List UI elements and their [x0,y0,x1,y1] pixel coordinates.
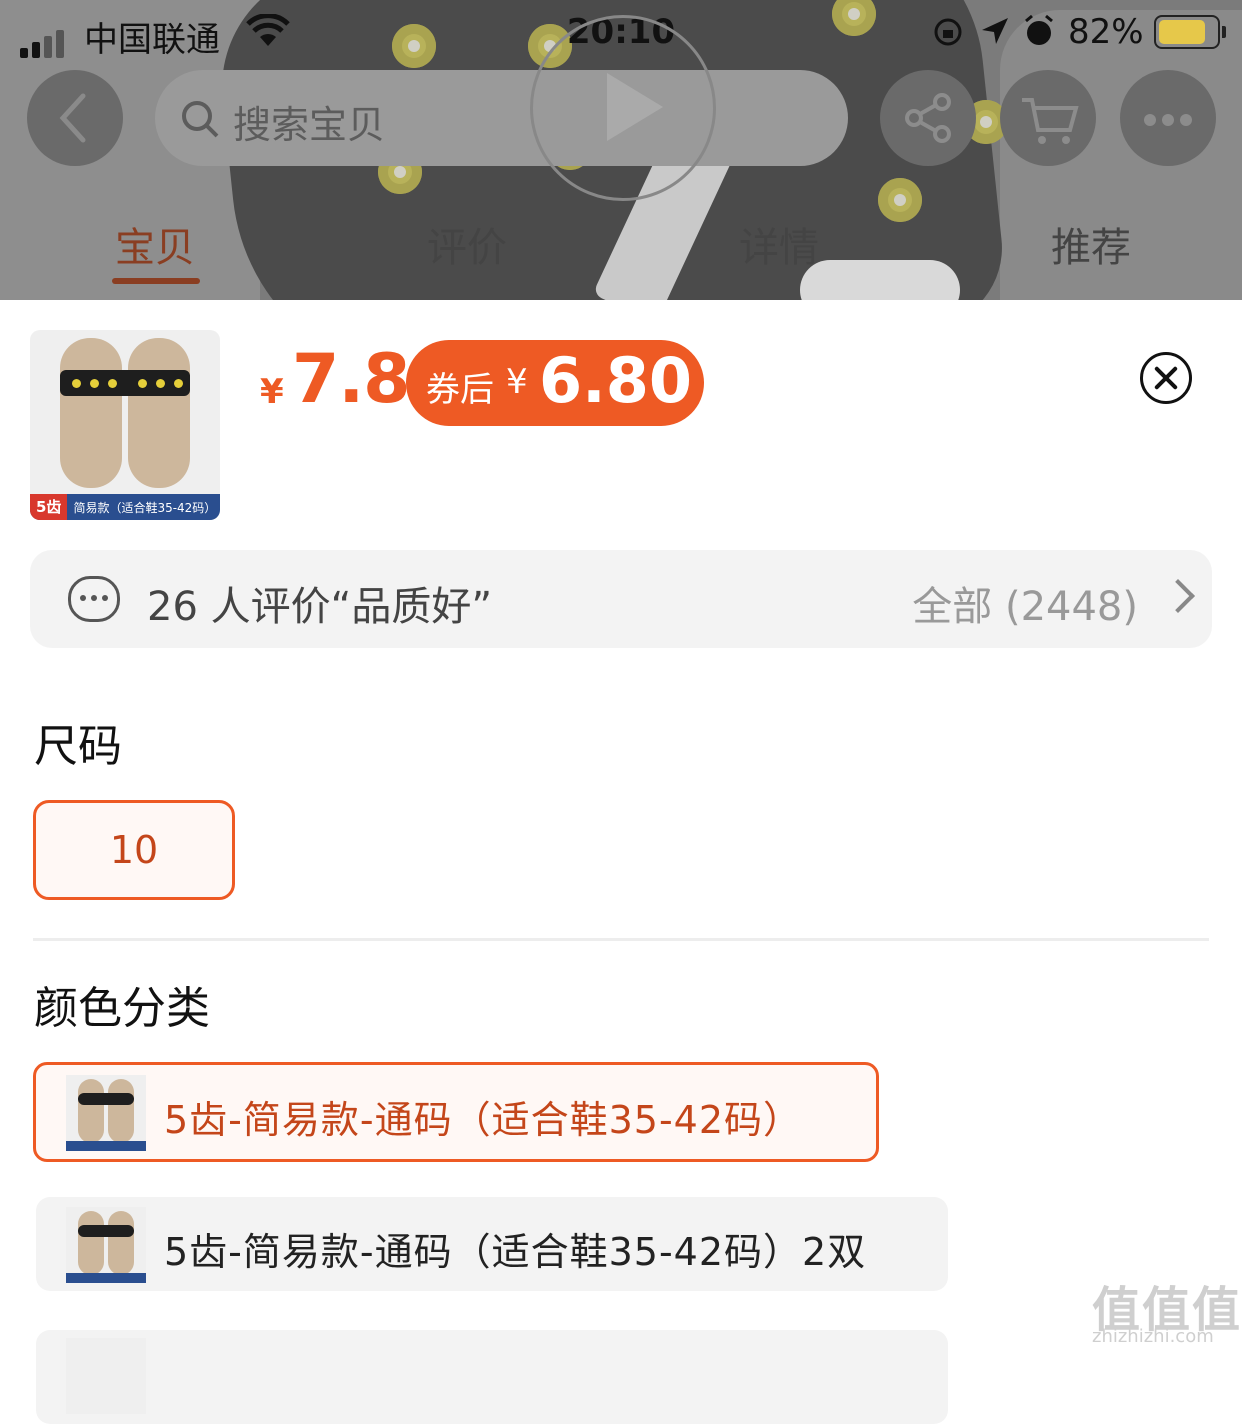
thumbnail-caption-text: 简易款（适合鞋35-42码） [73,501,217,515]
size-option[interactable]: 10 [33,800,235,900]
coupon-price-badge: 券后 ¥ 6.80 [406,340,704,426]
color-option-thumbnail [66,1075,146,1151]
thumb-caption-strip [66,1141,146,1151]
thumb-shoe-left [78,1211,104,1275]
battery-percent: 82% [1068,12,1144,52]
thumb-stud [174,379,183,388]
cart-icon [1022,98,1079,144]
chevron-right-icon [1161,579,1195,613]
thumb-stud [156,379,165,388]
thumb-shoe-right [108,1211,134,1275]
thumb-stud [72,379,81,388]
play-icon [607,73,663,141]
review-summary: 26 人评价“品质好” [147,584,493,630]
thumb-caption-strip [66,1273,146,1283]
thumb-crampon [78,1225,134,1237]
color-section-title: 颜色分类 [34,983,210,1034]
tab-details[interactable]: 详情 [689,215,869,273]
back-button[interactable] [27,70,123,166]
play-video-button[interactable] [530,15,716,201]
thumb-shoe-right [128,338,190,488]
thumb-crampon [78,1093,134,1105]
more-icon [1144,114,1192,126]
review-all-count: 全部 (2448) [912,584,1138,630]
coupon-currency: ¥ [506,362,528,402]
color-option-thumbnail [66,1207,146,1283]
sku-sheet: 5齿 简易款（适合鞋35-42码） ¥ 7.8 券后 ¥ 6.80 26 人评价“… [0,300,1242,1424]
thumb-shoe-left [60,338,122,488]
more-button[interactable] [1120,70,1216,166]
thumb-shoe-left [78,1079,104,1143]
tab-reviews[interactable]: 评价 [377,215,557,273]
price: 7.8 [292,340,410,419]
review-summary-row[interactable]: 26 人评价“品质好” 全部 (2448) [30,550,1212,648]
top-nav: 搜索宝贝 [0,15,1242,201]
color-option-thumbnail [66,1338,146,1414]
close-icon[interactable] [1140,352,1192,404]
search-box[interactable]: 搜索宝贝 [155,70,848,166]
thumb-stud [108,379,117,388]
size-section-title: 尺码 [34,721,122,772]
thumb-stud [90,379,99,388]
share-button[interactable] [880,70,976,166]
price-currency: ¥ [260,372,284,412]
search-icon [182,101,219,138]
thumbnail-tag: 5齿 [30,494,68,520]
location-icon [982,18,1008,44]
tab-item[interactable]: 宝贝 [65,215,245,273]
comment-icon [68,576,120,622]
rotation-lock-icon [934,18,962,46]
divider [33,938,1209,941]
alarm-icon [1025,14,1053,45]
active-tab-indicator [112,278,200,284]
share-icon [905,93,951,143]
color-option[interactable]: 5齿-简易款-通码（适合鞋35-42码）2双 [36,1197,948,1291]
back-icon [59,93,86,143]
battery-icon [1154,15,1226,49]
color-option-label: 5齿-简易款-通码（适合鞋35-42码） [164,1098,803,1142]
coupon-label: 券后 [426,370,494,410]
cart-button[interactable] [1000,70,1096,166]
color-option-label: 5齿-简易款-通码（适合鞋35-42码）2双 [164,1230,867,1274]
tab-recommend[interactable]: 推荐 [1001,215,1181,273]
color-option-partial[interactable] [36,1330,948,1424]
thumbnail-caption: 5齿 简易款（适合鞋35-42码） [30,494,220,520]
thumb-stud [138,379,147,388]
color-option[interactable]: 5齿-简易款-通码（适合鞋35-42码） [33,1062,879,1162]
product-media-backdrop: 中国联通 20:10 82% 搜索宝贝 宝贝 评价 详情 推荐 [0,0,1242,300]
product-thumbnail[interactable]: 5齿 简易款（适合鞋35-42码） [30,330,220,520]
thumb-shoe-right [108,1079,134,1143]
watermark-url: zhizhizhi.com [1092,1326,1214,1347]
coupon-price: 6.80 [539,344,692,417]
search-placeholder: 搜索宝贝 [233,103,386,147]
